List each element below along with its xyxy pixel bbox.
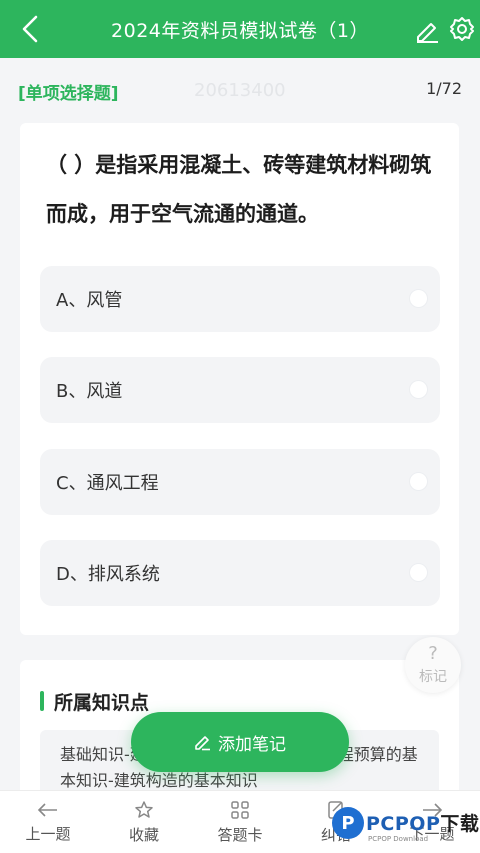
option-radio[interactable] — [409, 563, 428, 582]
watermark-text: 20613400 — [194, 80, 286, 101]
question-meta-bar: [单项选择题] 20613400 1/72 — [0, 70, 480, 110]
logo-brand-cn: 下载 — [440, 813, 480, 835]
option-b[interactable]: B、风道 — [40, 357, 440, 423]
question-type-label: [单项选择题] — [18, 84, 119, 104]
option-radio[interactable] — [409, 289, 428, 308]
option-label: D、排风系统 — [56, 564, 160, 585]
option-d[interactable]: D、排风系统 — [40, 540, 440, 606]
edit-icon — [417, 23, 438, 43]
nav-label: 上一题 — [25, 825, 71, 843]
option-c[interactable]: C、通风工程 — [40, 449, 440, 515]
arrow-left-icon — [37, 803, 57, 817]
page-title: 2024年资料员模拟试卷（1） — [111, 19, 369, 42]
gear-icon — [450, 17, 474, 41]
knowledge-title: 所属知识点 — [40, 688, 149, 715]
settings-button[interactable] — [449, 16, 475, 42]
pcpop-logo: P PCPOP下载 PCPOP Download — [330, 805, 480, 849]
question-text: （ ）是指采用混凝土、砖等建筑材料砌筑而成，用于空气流通的通道。 — [46, 153, 432, 226]
question-card: （ ）是指采用混凝土、砖等建筑材料砌筑而成，用于空气流通的通道。 A、风管 B、… — [20, 123, 459, 635]
question-mark-icon: ? — [428, 642, 438, 664]
logo-brand: PCPOP下载 — [366, 809, 479, 836]
prev-question-button[interactable]: 上一题 — [0, 791, 96, 853]
edit-button[interactable] — [414, 17, 440, 43]
star-icon — [135, 801, 153, 818]
option-label: A、风管 — [56, 290, 123, 311]
back-button[interactable] — [14, 13, 46, 45]
option-radio[interactable] — [409, 380, 428, 399]
option-radio[interactable] — [409, 472, 428, 491]
app-header: 2024年资料员模拟试卷（1） — [0, 0, 480, 58]
option-a[interactable]: A、风管 — [40, 266, 440, 332]
favorite-button[interactable]: 收藏 — [96, 791, 192, 853]
question-progress: 1/72 — [426, 79, 462, 98]
add-note-button[interactable]: 添加笔记 — [131, 712, 349, 772]
mark-label: 标记 — [419, 668, 447, 685]
nav-label: 收藏 — [128, 826, 159, 844]
logo-mark: P — [332, 807, 364, 839]
mark-button[interactable]: ? 标记 — [405, 637, 461, 693]
option-label: C、通风工程 — [56, 473, 159, 494]
option-label: B、风道 — [56, 381, 123, 402]
back-icon — [22, 15, 38, 43]
logo-subtitle: PCPOP Download — [368, 835, 429, 843]
nav-label: 答题卡 — [217, 826, 263, 844]
logo-brand-en: PCPOP — [366, 813, 441, 835]
add-note-label: 添加笔记 — [218, 734, 286, 755]
grid-icon — [231, 801, 249, 819]
answer-sheet-button[interactable]: 答题卡 — [192, 791, 288, 853]
pen-icon — [195, 736, 210, 751]
